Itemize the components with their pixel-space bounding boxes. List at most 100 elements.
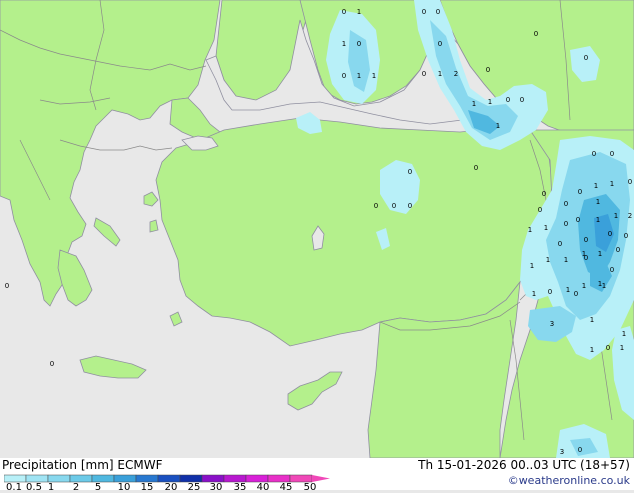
precip-value-label: 0 — [342, 72, 346, 80]
precip-value-label: 1 — [614, 212, 618, 220]
precip-value-label: 0 — [628, 178, 632, 186]
precip-value-label: 0 — [564, 220, 568, 228]
precip-value-label: 0 — [606, 344, 610, 352]
scale-tick-label: 40 — [256, 482, 270, 493]
scale-swatch — [179, 474, 203, 483]
precip-value-label: 0 — [474, 164, 478, 172]
scale-swatch — [201, 474, 225, 483]
precip-value-label: 1 — [532, 290, 536, 298]
scale-tick-label: 2 — [72, 482, 80, 493]
precip-value-label: 1 — [342, 40, 346, 48]
valid-time: Th 15-01-2026 00..03 UTC (18+57) — [418, 458, 630, 472]
precipitation-map[interactable]: 0110011000010020110010000000000011011011… — [0, 0, 634, 458]
precip-value-label: 0 — [438, 40, 442, 48]
precip-value-label: 0 — [538, 206, 542, 214]
precip-value-label: 0 — [610, 150, 614, 158]
scale-swatch — [223, 474, 247, 483]
precip-value-label: 0 — [506, 96, 510, 104]
precip-value-label: 0 — [357, 40, 361, 48]
precip-value-label: 1 — [582, 282, 586, 290]
scale-tick-label: 20 — [164, 482, 178, 493]
scale-swatch — [69, 474, 93, 483]
precip-value-label: 0 — [624, 232, 628, 240]
scale-tick-label: 1 — [47, 482, 55, 493]
credit-link[interactable]: ©weatheronline.co.uk — [508, 474, 630, 487]
model-label: ECMWF — [117, 458, 163, 472]
scale-swatch — [289, 474, 313, 483]
precip-value-label: 0 — [610, 266, 614, 274]
precip-value-label: 1 — [564, 256, 568, 264]
precip-value-label: 0 — [542, 190, 546, 198]
precip-value-label: 1 — [610, 180, 614, 188]
scale-swatch — [113, 474, 137, 483]
map-title: Precipitation [mm] ECMWF — [2, 458, 162, 472]
precip-value-label: 0 — [584, 236, 588, 244]
precip-value-label: 1 — [594, 182, 598, 190]
scale-swatch — [91, 474, 115, 483]
precip-value-label: 1 — [602, 282, 606, 290]
precip-value-label: 1 — [546, 256, 550, 264]
precip-value-label: 0 — [408, 168, 412, 176]
precip-value-label: 0 — [578, 188, 582, 196]
precip-value-label: 0 — [576, 216, 580, 224]
precip-value-label: 1 — [620, 344, 624, 352]
precip-value-label: 1 — [357, 8, 361, 16]
precip-value-label: 1 — [590, 346, 594, 354]
title-label: Precipitation [mm] — [2, 458, 114, 472]
precip-value-label: 0 — [520, 96, 524, 104]
precip-value-label: 3 — [560, 448, 564, 456]
scale-swatch — [25, 474, 49, 483]
precip-value-label: 0 — [558, 240, 562, 248]
precip-value-label: 1 — [372, 72, 376, 80]
scale-swatch — [4, 474, 27, 483]
scale-tick-label: 45 — [279, 482, 293, 493]
precip-value-label: 0 — [584, 254, 588, 262]
scale-tick-label: 35 — [233, 482, 247, 493]
map-footer: Precipitation [mm] ECMWF Th 15-01-2026 0… — [0, 458, 634, 493]
precip-value-label: 0 — [422, 8, 426, 16]
scale-arrow — [312, 475, 330, 482]
precip-value-label: 1 — [472, 100, 476, 108]
precip-value-label: 0 — [374, 202, 378, 210]
scale-tick-label: 25 — [187, 482, 201, 493]
scale-tick-label: 15 — [140, 482, 154, 493]
precip-value-label: 0 — [436, 8, 440, 16]
precip-value-label: 2 — [628, 212, 632, 220]
precip-value-label: 1 — [596, 198, 600, 206]
precip-value-label: 1 — [544, 224, 548, 232]
precip-value-label: 0 — [564, 200, 568, 208]
scale-tick-label: 0.1 — [6, 482, 22, 493]
precip-value-label: 1 — [496, 122, 500, 130]
precip-value-label: 0 — [392, 202, 396, 210]
precip-value-label: 0 — [534, 30, 538, 38]
scale-swatch — [157, 474, 181, 483]
scale-swatch — [245, 474, 269, 483]
precip-value-label: 1 — [598, 250, 602, 258]
scale-swatch — [135, 474, 159, 483]
scale-tick-label: 5 — [94, 482, 102, 493]
precip-value-label: 1 — [530, 262, 534, 270]
precip-value-label: 1 — [488, 98, 492, 106]
precip-value-label: 3 — [550, 320, 554, 328]
precip-value-label: 0 — [616, 246, 620, 254]
scale-tick-label: 10 — [117, 482, 131, 493]
precip-value-label: 0 — [548, 288, 552, 296]
precip-value-label: 0 — [486, 66, 490, 74]
precip-value-label: 0 — [5, 282, 9, 290]
precip-value-label: 1 — [438, 70, 442, 78]
scale-swatch — [47, 474, 71, 483]
precip-value-label: 1 — [357, 72, 361, 80]
precip-value-label: 0 — [408, 202, 412, 210]
precip-value-label: 0 — [584, 54, 588, 62]
precip-value-label: 0 — [50, 360, 54, 368]
precip-value-label: 0 — [342, 8, 346, 16]
precip-value-label: 0 — [608, 230, 612, 238]
scale-tick-label: 50 — [303, 482, 317, 493]
scale-tick-label: 30 — [209, 482, 223, 493]
precip-value-label: 1 — [590, 316, 594, 324]
precip-value-label: 0 — [574, 290, 578, 298]
precip-value-label: 1 — [528, 226, 532, 234]
precip-value-label: 2 — [454, 70, 458, 78]
precip-value-label: 0 — [422, 70, 426, 78]
precip-value-label: 0 — [578, 446, 582, 454]
